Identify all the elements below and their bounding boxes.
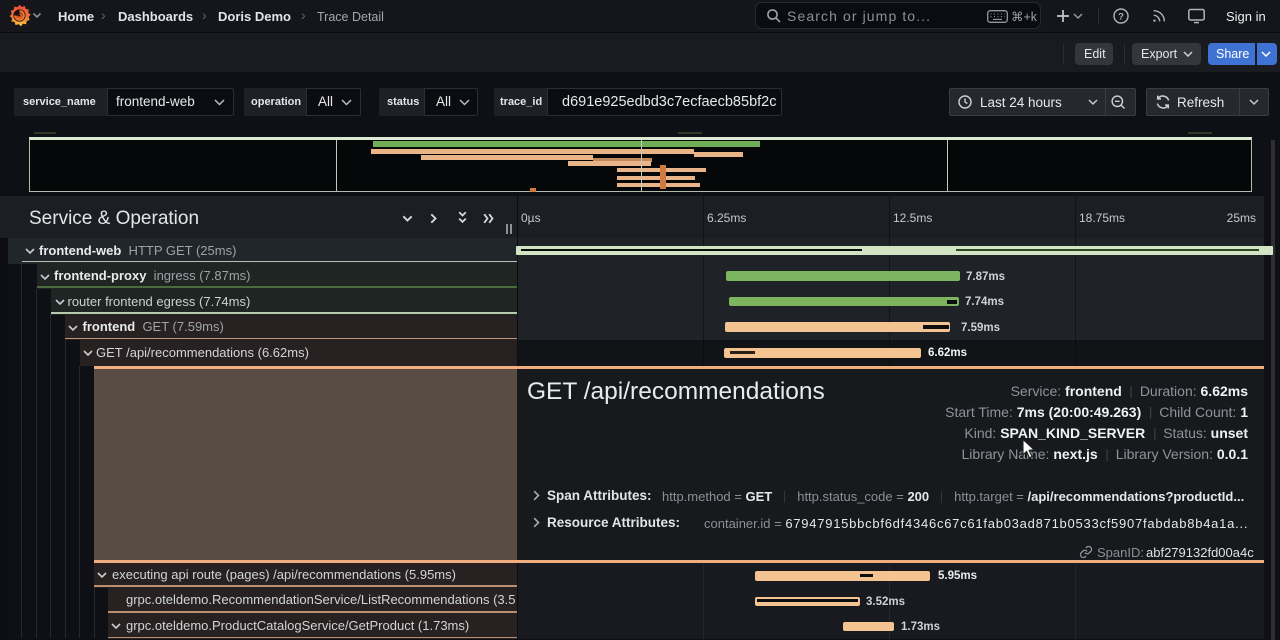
svg-text:?: ?: [1118, 11, 1124, 22]
